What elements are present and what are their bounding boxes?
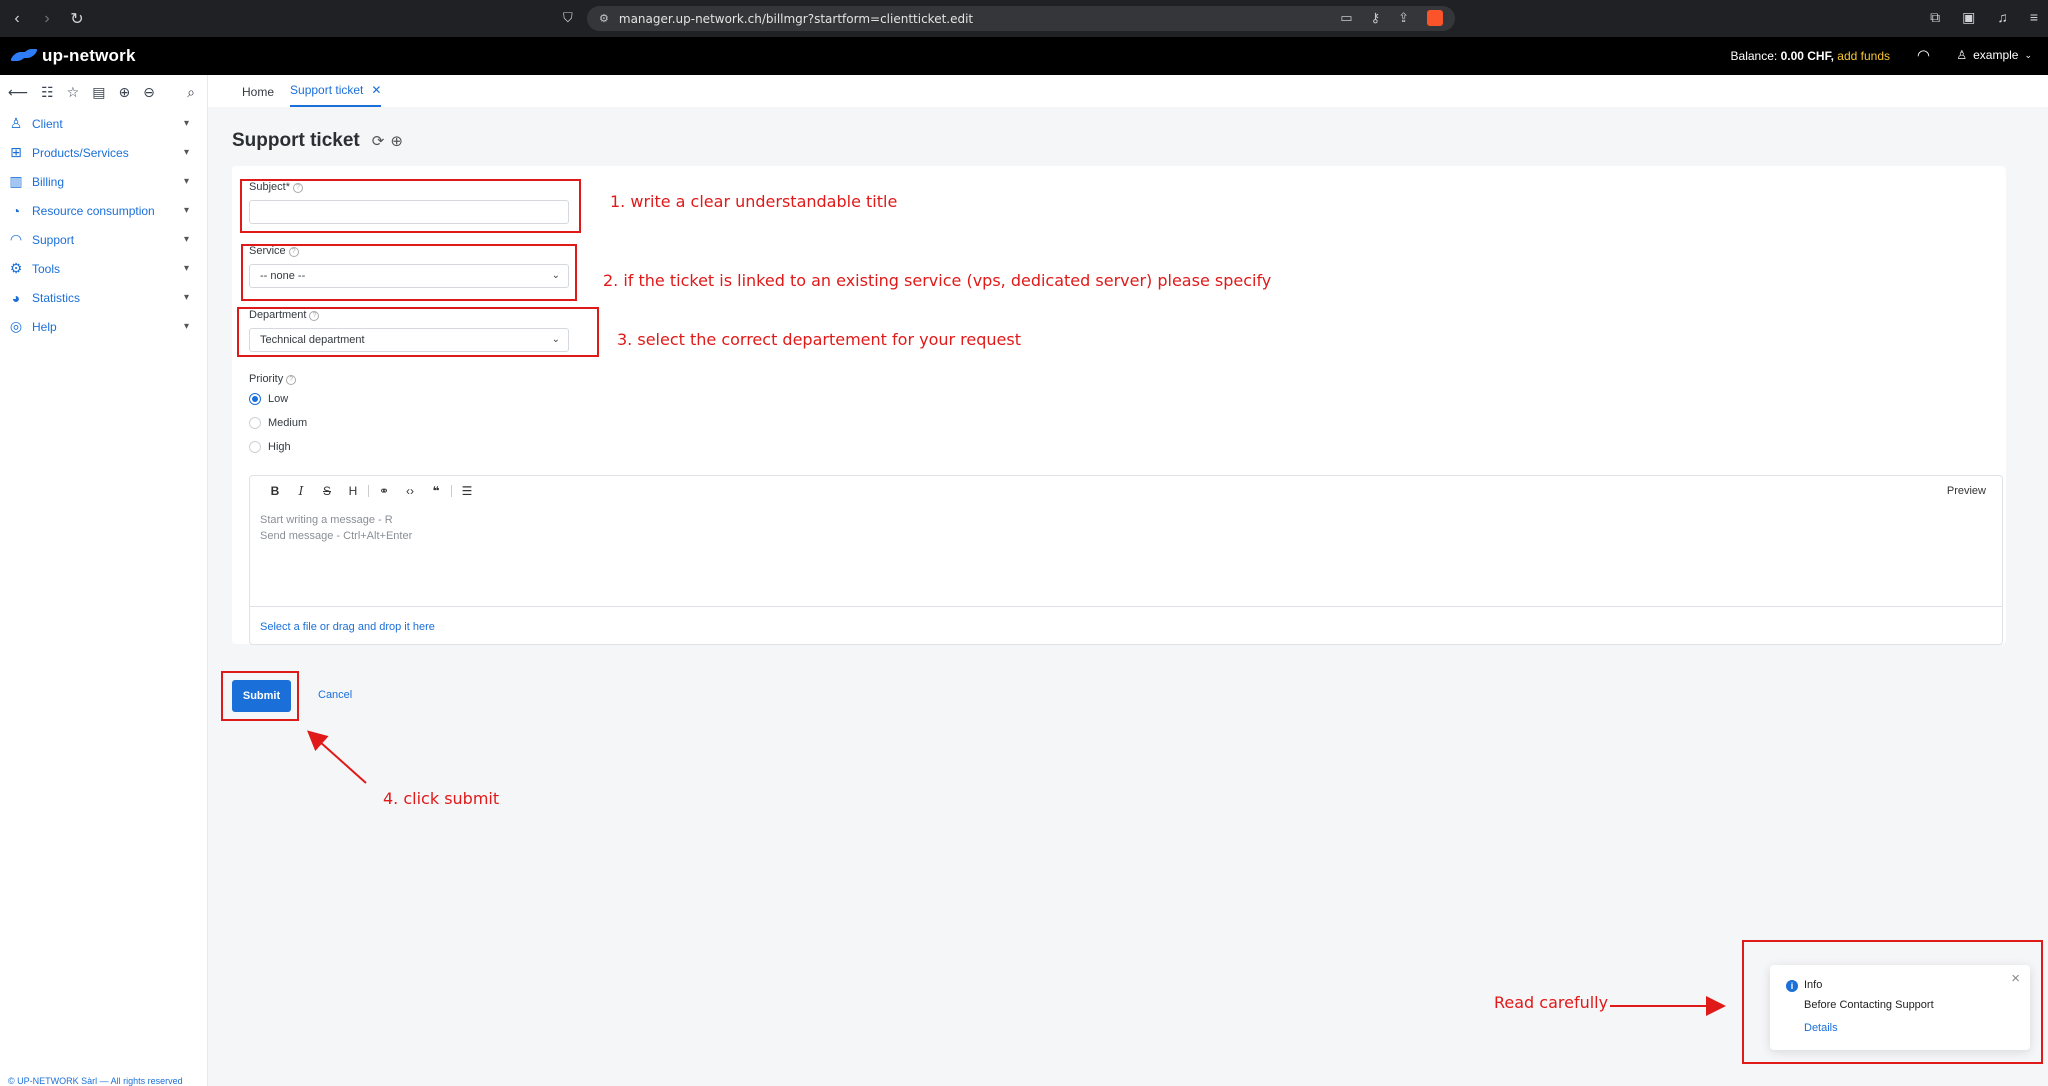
close-icon[interactable]: × (2011, 970, 2020, 987)
arrow-to-submit (307, 730, 367, 784)
info-toast: i Info Before Contacting Support Details… (1770, 965, 2030, 1050)
info-icon: i (1786, 980, 1798, 992)
annotation-arrows (307, 730, 1726, 1016)
details-link[interactable]: Details (1804, 1022, 1838, 1034)
toast-title: Info (1804, 979, 1823, 991)
toast-message: Before Contacting Support (1804, 999, 1934, 1011)
